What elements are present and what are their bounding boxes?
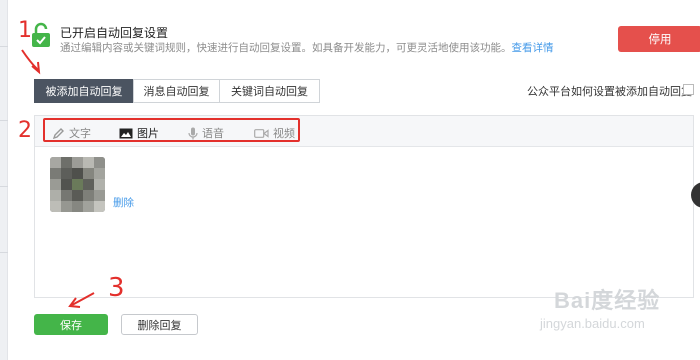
reply-type-tabs: 被添加自动回复 消息自动回复 关键词自动回复 — [34, 79, 320, 103]
tab-keyword-auto-reply[interactable]: 关键词自动回复 — [219, 79, 320, 103]
help-checkbox[interactable] — [683, 84, 694, 95]
toolbar-highlight-box — [43, 118, 300, 142]
image-thumbnail — [50, 157, 105, 212]
notice-description: 通过编辑内容或关键词规则，快速进行自动回复设置。如具备开发能力，可更灵活地使用该… — [60, 40, 554, 55]
watermark-brand: Bai度经验 — [554, 288, 661, 313]
notice-description-text: 通过编辑内容或关键词规则，快速进行自动回复设置。如具备开发能力，可更灵活地使用该… — [60, 42, 512, 54]
help-link[interactable]: 公众平台如何设置被添加自动回复 — [527, 83, 692, 99]
step-2-marker: 2 — [18, 118, 32, 143]
reply-editor: 文字 图片 语音 视频 删除 — [34, 115, 694, 298]
disable-button[interactable]: 停用 — [618, 26, 700, 52]
view-details-link[interactable]: 查看详情 — [512, 42, 554, 54]
tab-message-auto-reply[interactable]: 消息自动回复 — [133, 79, 220, 103]
baidu-jingyan-watermark: Bai度经验 jingyan.baidu.com — [540, 283, 700, 343]
tab-added-auto-reply[interactable]: 被添加自动回复 — [34, 79, 134, 103]
save-button[interactable]: 保存 — [34, 314, 108, 335]
notice-title: 已开启自动回复设置 — [60, 26, 169, 40]
delete-reply-button[interactable]: 删除回复 — [121, 314, 198, 335]
auto-reply-notice: 已开启自动回复设置 通过编辑内容或关键词规则，快速进行自动回复设置。如具备开发能… — [20, 18, 700, 62]
delete-image-link[interactable]: 删除 — [113, 195, 134, 210]
watermark-url: jingyan.baidu.com — [540, 316, 645, 331]
lock-icon — [30, 22, 52, 48]
step-3-marker: 3 — [108, 273, 125, 303]
side-nav-strip — [0, 0, 8, 360]
step-1-marker: 1 — [18, 18, 32, 43]
